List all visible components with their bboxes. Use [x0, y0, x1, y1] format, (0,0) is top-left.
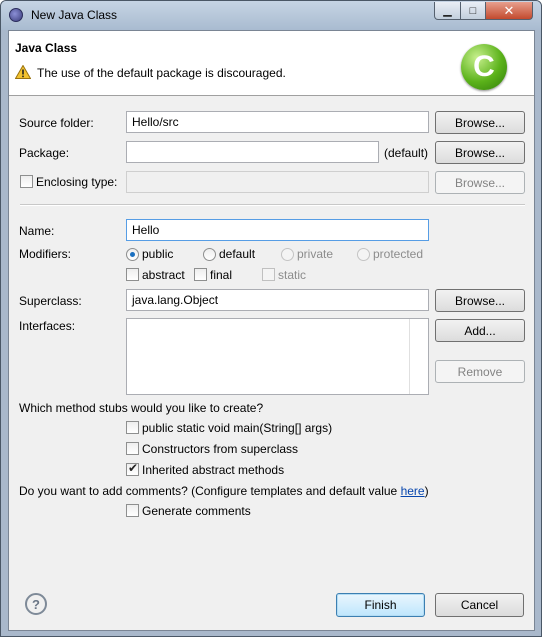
- enclosing-type-field[interactable]: [126, 171, 429, 193]
- dialog-window: New Java Class ▁ □ ✕ Java Class The use …: [0, 0, 542, 637]
- final-label: final: [210, 268, 233, 282]
- radio-selected-dot: [130, 252, 135, 257]
- interfaces-list[interactable]: [126, 318, 429, 395]
- enclosing-type-label: Enclosing type:: [36, 175, 118, 189]
- source-folder-field[interactable]: Hello/src: [126, 111, 429, 133]
- class-wizard-icon: C: [461, 44, 507, 90]
- package-field[interactable]: [126, 141, 379, 163]
- interfaces-add-button[interactable]: Add...: [435, 319, 525, 342]
- list-divider: [409, 319, 410, 394]
- eclipse-icon: [9, 8, 23, 22]
- warning-message: The use of the default package is discou…: [37, 66, 286, 80]
- generate-comments-label: Generate comments: [142, 504, 251, 518]
- dialog-content: Java Class The use of the default packag…: [8, 30, 535, 631]
- enclosing-type-browse-button[interactable]: Browse...: [435, 171, 525, 194]
- public-radio[interactable]: [126, 248, 139, 261]
- configure-templates-link[interactable]: here: [401, 484, 425, 498]
- main-method-label: public static void main(String[] args): [142, 421, 333, 435]
- default-radio[interactable]: [203, 248, 216, 261]
- default-radio-label: default: [219, 247, 256, 261]
- private-radio[interactable]: [281, 248, 294, 261]
- generate-comments-checkbox[interactable]: [126, 504, 139, 517]
- constructors-checkbox[interactable]: [126, 442, 139, 455]
- superclass-label: Superclass:: [19, 294, 82, 308]
- modifiers-label: Modifiers:: [19, 247, 72, 261]
- enclosing-type-checkbox[interactable]: [20, 175, 33, 188]
- protected-radio[interactable]: [357, 248, 370, 261]
- title-bar[interactable]: New Java Class ▁ □ ✕: [1, 1, 541, 30]
- static-label: static: [278, 268, 307, 282]
- interfaces-remove-button[interactable]: Remove: [435, 360, 525, 383]
- minimize-button[interactable]: ▁: [434, 2, 461, 20]
- name-label: Name:: [19, 224, 55, 238]
- method-stubs-question: Which method stubs would you like to cre…: [19, 401, 264, 415]
- public-radio-label: public: [142, 247, 174, 261]
- maximize-button[interactable]: □: [460, 2, 486, 20]
- wizard-title: Java Class: [15, 41, 78, 55]
- package-label: Package:: [19, 146, 70, 160]
- package-browse-button[interactable]: Browse...: [435, 141, 525, 164]
- comments-question-end: ): [424, 484, 429, 498]
- constructors-label: Constructors from superclass: [142, 442, 299, 456]
- wizard-header: Java Class The use of the default packag…: [9, 31, 534, 96]
- window-title: New Java Class: [31, 8, 118, 22]
- inherited-methods-label: Inherited abstract methods: [142, 463, 285, 477]
- comments-question-text: Do you want to add comments? (Configure …: [19, 484, 401, 498]
- superclass-field[interactable]: java.lang.Object: [126, 289, 429, 311]
- warning-icon: [15, 65, 31, 79]
- package-default-label: (default): [384, 146, 429, 160]
- help-icon[interactable]: ?: [25, 593, 47, 615]
- interfaces-label: Interfaces:: [19, 319, 76, 333]
- private-radio-label: private: [297, 247, 334, 261]
- finish-button[interactable]: Finish: [336, 593, 425, 617]
- static-checkbox[interactable]: [262, 268, 275, 281]
- source-folder-label: Source folder:: [19, 116, 94, 130]
- inherited-methods-checkbox[interactable]: ✔: [126, 461, 139, 476]
- name-field[interactable]: Hello: [126, 219, 429, 241]
- source-folder-browse-button[interactable]: Browse...: [435, 111, 525, 134]
- final-checkbox[interactable]: [194, 268, 207, 281]
- check-mark-icon: ✔: [128, 461, 139, 475]
- abstract-checkbox[interactable]: [126, 268, 139, 281]
- main-method-checkbox[interactable]: [126, 421, 139, 434]
- close-button[interactable]: ✕: [485, 2, 533, 20]
- protected-radio-label: protected: [373, 247, 424, 261]
- abstract-label: abstract: [142, 268, 185, 282]
- superclass-browse-button[interactable]: Browse...: [435, 289, 525, 312]
- cancel-button[interactable]: Cancel: [435, 593, 524, 617]
- separator: [20, 204, 525, 206]
- comments-question: Do you want to add comments? (Configure …: [19, 484, 429, 498]
